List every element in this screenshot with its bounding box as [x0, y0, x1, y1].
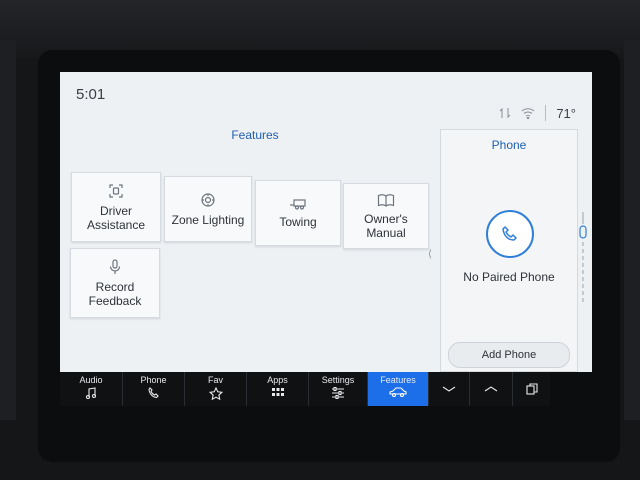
no-paired-phone-text: No Paired Phone	[463, 270, 555, 284]
phone-handset-icon[interactable]	[486, 210, 534, 258]
dock-phone-label: Phone	[140, 375, 167, 385]
owners-manual-tile[interactable]: Owner's Manual	[343, 183, 429, 249]
dock-features-label: Features	[380, 375, 416, 385]
towing-label: Towing	[279, 214, 317, 229]
chevron-down-icon	[442, 385, 456, 393]
record-feedback-label-1: Record	[95, 279, 135, 294]
microphone-icon	[108, 258, 122, 275]
dock-fav-button[interactable]: Fav	[185, 372, 247, 406]
layered-windows-icon	[525, 383, 538, 395]
zone-lighting-icon	[200, 192, 216, 208]
zone-lighting-tile[interactable]: Zone Lighting	[164, 176, 252, 242]
wifi-icon	[521, 108, 535, 119]
phone-panel: Phone No Paired Phone Add Phone	[440, 129, 578, 372]
dock-expand-button[interactable]	[429, 372, 470, 406]
dock-fav-label: Fav	[207, 375, 223, 385]
dock-features-button[interactable]: Features	[368, 372, 429, 406]
dock-windows-button[interactable]	[513, 372, 550, 406]
driver-assistance-icon	[108, 183, 124, 199]
sliders-icon	[331, 387, 345, 399]
status-separator	[545, 105, 547, 121]
left-vent	[0, 40, 16, 420]
owners-manual-icon	[377, 193, 395, 207]
star-icon	[208, 387, 223, 400]
record-feedback-label-2: Feedback	[88, 293, 142, 308]
driver-assistance-tile[interactable]: Driver Assistance	[71, 172, 161, 242]
phone-icon	[147, 387, 160, 399]
driver-assistance-label-1: Driver	[100, 203, 132, 218]
dock-audio-label: Audio	[79, 375, 103, 385]
dock-phone-button[interactable]: Phone	[123, 372, 185, 406]
apps-grid-icon	[271, 387, 284, 399]
features-title: Features	[231, 128, 279, 142]
status-icons: 71°	[499, 105, 576, 121]
car-icon	[389, 387, 407, 397]
owners-manual-label-1: Owner's	[364, 211, 408, 226]
music-note-icon	[85, 387, 97, 399]
dock-audio-button[interactable]: Audio	[60, 372, 123, 406]
dock-collapse-button[interactable]	[470, 372, 513, 406]
phone-panel-title: Phone	[491, 138, 527, 152]
driver-assistance-label-2: Assistance	[86, 217, 146, 232]
clock: 5:01	[76, 86, 106, 103]
dock-settings-label: Settings	[321, 375, 355, 385]
zone-lighting-label: Zone Lighting	[171, 212, 245, 227]
chevron-up-icon	[484, 385, 498, 393]
collapse-panel-chevron-icon[interactable]: ⟨	[428, 249, 432, 260]
towing-icon	[289, 198, 307, 210]
page-indicator	[579, 212, 587, 304]
record-feedback-tile[interactable]: Record Feedback	[70, 248, 160, 318]
bottom-dock: Audio Phone Fav Apps Settings Features	[60, 372, 550, 406]
towing-tile[interactable]: Towing	[255, 180, 341, 246]
add-phone-button[interactable]: Add Phone	[448, 342, 570, 368]
infotainment-screen: 5:01 Features Driver Assistance Zone Lig…	[60, 72, 592, 372]
dock-apps-label: Apps	[267, 375, 288, 385]
right-vent	[624, 40, 640, 420]
outside-temperature: 71°	[556, 105, 576, 121]
dock-settings-button[interactable]: Settings	[309, 372, 368, 406]
data-transfer-icon	[499, 107, 511, 119]
owners-manual-label-2: Manual	[366, 225, 406, 240]
dock-apps-button[interactable]: Apps	[247, 372, 309, 406]
